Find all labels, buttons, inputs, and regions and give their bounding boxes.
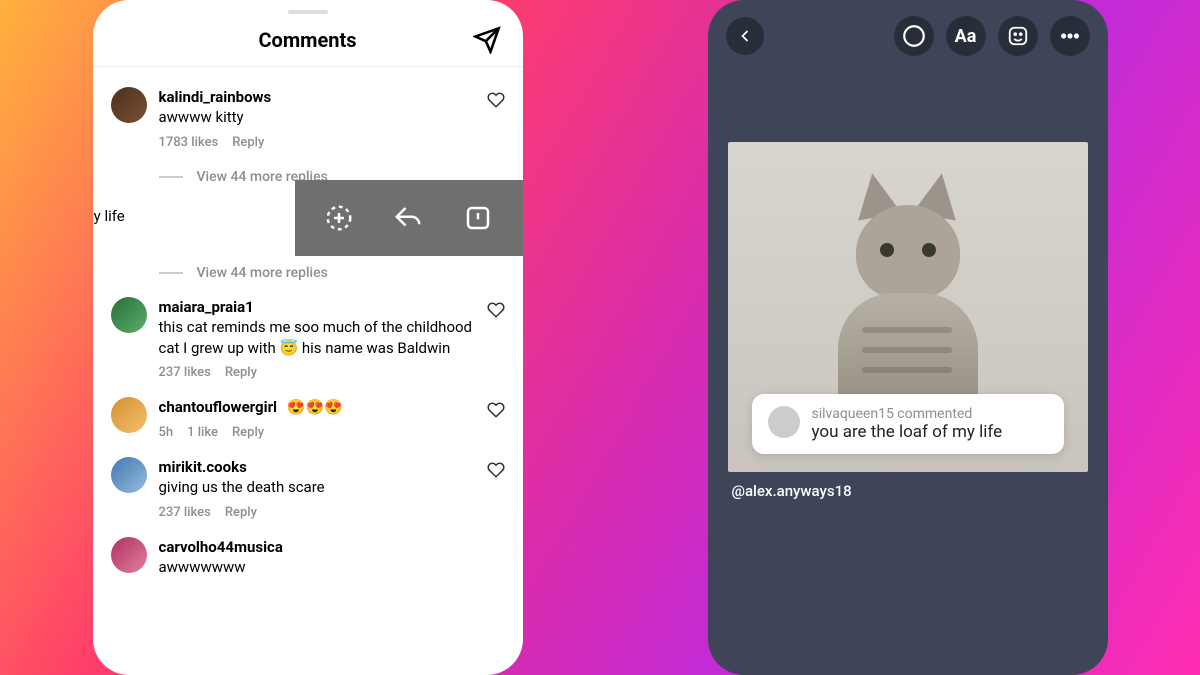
like-icon[interactable] [487,401,505,441]
avatar[interactable] [111,537,147,573]
comment-sticker[interactable]: silvaqueen15 commented you are the loaf … [752,394,1064,454]
comment-row: carvolho44musica awwwwwww [93,527,523,584]
share-to-story-icon[interactable] [313,192,365,244]
divider-line [159,176,183,178]
like-icon[interactable] [487,301,505,381]
comment-row: mirikit.cooks giving us the death scare … [93,447,523,527]
text-tool-button[interactable]: Aa [946,16,986,56]
comments-header: Comments [93,20,523,67]
likes-count[interactable]: 1 like [187,424,218,442]
divider-line [159,272,183,274]
view-replies-button[interactable]: View 44 more replies [159,265,523,281]
share-icon[interactable] [473,26,501,58]
reply-arrow-icon[interactable] [382,192,434,244]
username[interactable]: chantouflowergirl [159,398,278,416]
story-top-bar: Aa [708,0,1108,72]
reply-button[interactable]: Reply [232,134,264,152]
drag-handle[interactable] [288,10,328,14]
timestamp: 5h [159,424,174,442]
comment-row: chantouflowergirl 😍😍😍 5h 1 like Reply [93,387,523,447]
action-overlay [295,180,523,256]
avatar[interactable] [111,457,147,493]
avatar[interactable] [111,297,147,333]
likes-count[interactable]: 237 likes [159,364,211,382]
avatar[interactable] [111,397,147,433]
comments-list: kalindi_rainbows awwww kitty 1783 likes … [93,67,523,584]
story-editor: Aa silvaqueen15 commented you are the lo… [708,0,1108,675]
mention-tag[interactable]: @alex.anyways18 [732,482,1108,500]
likes-count[interactable]: 237 likes [159,504,211,522]
back-button[interactable] [726,17,764,55]
comment-text: this cat reminds me soo much of the chil… [159,318,473,356]
circle-tool-icon[interactable] [894,16,934,56]
comment-text: awwwwwww [159,558,246,576]
comment-text: awwww kitty [159,108,244,126]
more-options-icon[interactable] [1050,16,1090,56]
reply-button[interactable]: Reply [225,364,257,382]
comments-panel: Comments kalindi_rainbows awwww kitty 17… [93,0,523,675]
comment-sticker-text: you are the loaf of my life [812,422,1003,442]
comment-text: giving us the death scare [159,478,325,496]
comment-row: maiara_praia1 this cat reminds me soo mu… [93,287,523,387]
username[interactable]: maiara_praia1 [159,298,254,316]
likes-count[interactable]: 1783 likes [159,134,219,152]
like-icon[interactable] [487,91,505,151]
story-image[interactable]: silvaqueen15 commented you are the loaf … [728,142,1088,472]
reply-button[interactable]: Reply [232,424,264,442]
comments-title: Comments [258,28,356,52]
comment-row: kalindi_rainbows awwww kitty 1783 likes … [93,77,523,157]
reply-button[interactable]: Reply [225,504,257,522]
report-icon[interactable] [452,192,504,244]
comment-sticker-user: silvaqueen15 commented [812,406,1003,422]
sticker-icon[interactable] [998,16,1038,56]
username[interactable]: kalindi_rainbows [159,88,272,106]
avatar[interactable] [111,87,147,123]
username[interactable]: carvolho44musica [159,538,283,556]
comment-text: 😍😍😍 [287,398,343,416]
username[interactable]: mirikit.cooks [159,458,247,476]
like-icon[interactable] [487,461,505,521]
avatar [768,406,800,438]
